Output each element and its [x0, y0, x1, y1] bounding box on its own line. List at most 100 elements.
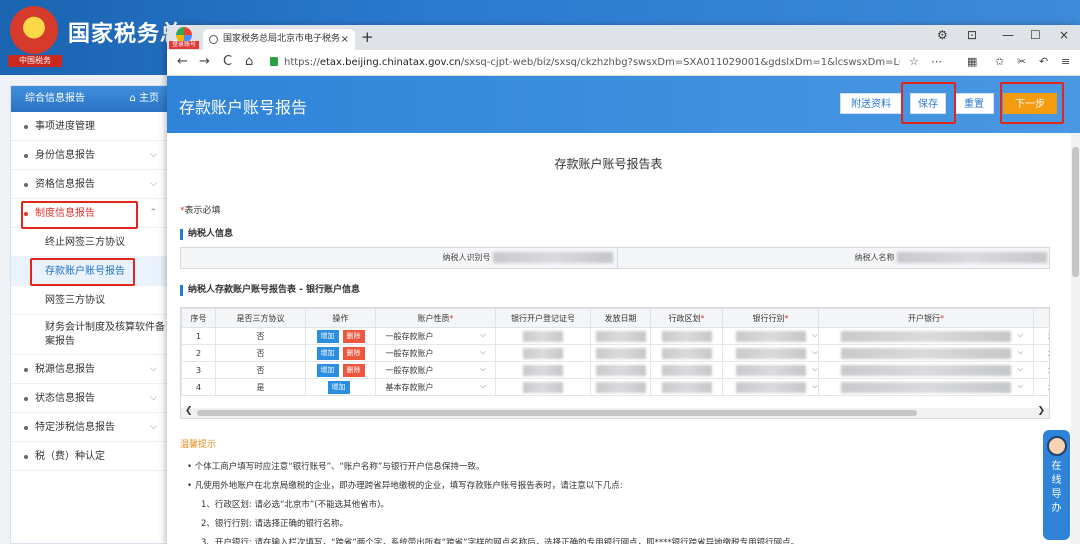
tab-close-icon[interactable]: ×	[341, 29, 349, 50]
cell-issue-date	[590, 361, 651, 379]
url-input[interactable]: https://etax.beijing.chinatax.gov.cn/sxs…	[270, 53, 900, 73]
open-bank-select[interactable]: ⌵	[841, 347, 1023, 359]
favorites-icon[interactable]: ✩	[995, 55, 1004, 68]
add-row-button[interactable]: 增加	[316, 346, 339, 360]
menu-item-progress[interactable]: 事项进度管理	[11, 112, 167, 141]
emblem-subtitle: 中国税务	[8, 55, 62, 67]
back-icon[interactable]: ←	[177, 54, 188, 69]
maximize-button[interactable]: ☐	[1030, 28, 1041, 42]
forward-icon[interactable]: →	[199, 54, 210, 69]
tab-bar: 登录账号 国家税务总局北京市电子税务 × + ⚙ ⊡ — ☐ ×	[167, 25, 1080, 50]
cell-city: 北京方	[1033, 327, 1049, 345]
online-help-button[interactable]: 在 线 导 办	[1043, 430, 1070, 540]
horizontal-scrollbar[interactable]: ❮ ❯	[180, 406, 1050, 419]
shirt-skin-icon[interactable]: ⊡	[967, 28, 977, 42]
scroll-left-icon[interactable]: ❮	[185, 406, 193, 416]
section-heading-bank: 纳税人存款账户账号报告表 - 银行账户信息	[180, 285, 360, 296]
chevron-down-icon: ⌵	[150, 179, 157, 189]
menu-icon[interactable]: ≡	[1061, 55, 1070, 68]
sub-item-terminate-agreement[interactable]: 终止网签三方协议	[11, 228, 167, 257]
cell-region	[650, 361, 723, 379]
delete-row-button[interactable]: 删除	[342, 363, 365, 377]
col-header-bank-type: 银行行别*	[722, 308, 819, 328]
bank-type-select[interactable]: ⌵	[735, 364, 818, 376]
cell-issue-date	[590, 344, 651, 362]
page-header: 存款账户账号报告 附送资料 保存 重置 下一步	[167, 76, 1080, 133]
left-menu: 综合信息报告 ⌂ 主页 事项进度管理 身份信息报告 ⌵ 资格信息报告 ⌵ 制度信息报…	[10, 85, 168, 544]
menu-item-status[interactable]: 状态信息报告 ⌵	[11, 384, 167, 413]
close-window-button[interactable]: ×	[1059, 28, 1069, 42]
left-menu-header[interactable]: 综合信息报告 ⌂ 主页	[11, 86, 167, 112]
sub-item-accounting-filing[interactable]: 财务会计制度及核算软件备 案报告	[11, 315, 167, 355]
required-note: *表示必填	[180, 203, 221, 216]
bank-type-select[interactable]: ⌵	[735, 347, 818, 359]
menu-item-specific-tax-info[interactable]: 特定涉税信息报告 ⌵	[11, 413, 167, 442]
more-icon[interactable]: ⋯	[931, 55, 942, 68]
sub-item-online-agreement[interactable]: 网签三方协议	[11, 286, 167, 315]
scrollbar-thumb[interactable]	[197, 410, 917, 416]
cell-license-no	[495, 327, 591, 345]
vertical-scrollbar-thumb[interactable]	[1072, 147, 1079, 277]
cell-no: 3	[181, 361, 216, 379]
open-bank-select[interactable]: ⌵	[841, 330, 1023, 342]
tip-line-4: 2、银行行别: 请选择正确的银行名称。	[201, 519, 348, 529]
col-header-three-party: 是否三方协议	[215, 308, 306, 328]
sub-item-deposit-account-report[interactable]: 存款账户账号报告	[11, 257, 167, 286]
vertical-scrollbar[interactable]	[1071, 133, 1080, 544]
add-row-button[interactable]: 增加	[327, 380, 350, 394]
account-type-select[interactable]: 一般存款账户 ⌵	[382, 365, 490, 376]
new-tab-button[interactable]: +	[361, 28, 374, 46]
delete-row-button[interactable]: 删除	[342, 329, 365, 343]
taxpayer-id-label: 纳税人识别号	[442, 253, 491, 262]
bank-type-select[interactable]: ⌵	[735, 330, 818, 342]
reload-icon[interactable]: C	[223, 54, 232, 69]
taxpayer-name-label: 纳税人名称	[854, 253, 895, 262]
settings-icon[interactable]: ⚙	[937, 28, 948, 42]
chevron-down-icon: ⌵	[480, 347, 486, 356]
add-row-button[interactable]: 增加	[316, 363, 339, 377]
menu-item-tax-type[interactable]: 税（费）种认定	[11, 442, 167, 471]
open-bank-select[interactable]: ⌵	[841, 364, 1023, 376]
delete-row-button[interactable]: 删除	[342, 346, 365, 360]
reset-button[interactable]: 重置	[954, 93, 994, 114]
cell-license-no	[495, 344, 591, 362]
menu-item-tax-source[interactable]: 税源信息报告 ⌵	[11, 355, 167, 384]
col-header-account-type: 账户性质*	[375, 308, 496, 328]
apps-grid-icon[interactable]: ▦	[967, 55, 977, 68]
account-type-select[interactable]: 一般存款账户 ⌵	[382, 348, 490, 359]
home-icon[interactable]: ⌂	[245, 54, 253, 69]
chevron-down-icon: ⌵	[150, 393, 157, 403]
bookmark-star-icon[interactable]: ☆	[909, 55, 919, 68]
account-type-select[interactable]: 一般存款账户 ⌵	[382, 331, 490, 342]
undo-icon[interactable]: ↶	[1039, 55, 1048, 68]
cell-operation: 增加 删除	[305, 327, 376, 345]
table-row: 3否增加删除一般存款账户⌵⌵⌵北京方	[181, 361, 1049, 379]
cell-bank-type: ⌵	[722, 344, 819, 362]
add-row-button[interactable]: 增加	[316, 329, 339, 343]
bank-type-select[interactable]: ⌵	[735, 381, 818, 393]
save-button[interactable]: 保存	[910, 93, 946, 114]
browser-logo-icon[interactable]: 登录账号	[169, 27, 199, 49]
cell-region	[650, 344, 723, 362]
browser-window: 登录账号 国家税务总局北京市电子税务 × + ⚙ ⊡ — ☐ × ← → C ⌂…	[167, 25, 1080, 544]
open-bank-select[interactable]: ⌵	[841, 381, 1023, 393]
attach-docs-button[interactable]: 附送资料	[840, 93, 902, 114]
menu-item-label: 税源信息报告	[35, 364, 95, 375]
minimize-button[interactable]: —	[1002, 28, 1014, 42]
menu-item-label: 资格信息报告	[35, 179, 95, 190]
menu-item-system-info[interactable]: 制度信息报告 ⌃	[11, 199, 167, 228]
home-link[interactable]: ⌂ 主页	[129, 86, 159, 112]
account-type-select[interactable]: 基本存款账户 ⌵	[382, 382, 490, 393]
home-label: 主页	[139, 93, 159, 104]
menu-item-label: 事项进度管理	[35, 121, 95, 132]
col-header-license-no: 银行开户登记证号	[495, 308, 591, 328]
cell-no: 4	[181, 378, 216, 396]
cell-bank-type: ⌵	[722, 327, 819, 345]
scissors-icon[interactable]: ✂	[1017, 55, 1026, 68]
menu-item-qualification[interactable]: 资格信息报告 ⌵	[11, 170, 167, 199]
next-step-button[interactable]: 下一步	[1003, 93, 1057, 114]
menu-item-identity[interactable]: 身份信息报告 ⌵	[11, 141, 167, 170]
scroll-right-icon[interactable]: ❯	[1037, 406, 1045, 416]
bullet-icon	[24, 183, 28, 187]
browser-tab[interactable]: 国家税务总局北京市电子税务 ×	[203, 29, 355, 50]
